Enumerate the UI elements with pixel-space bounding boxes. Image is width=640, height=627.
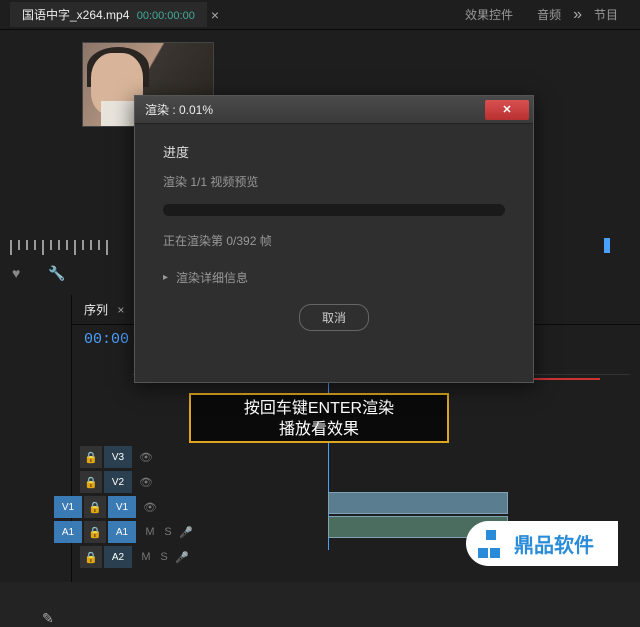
watermark-logo-icon [478,530,506,558]
track-a2[interactable]: 🔒 A2 M S 🎤 [80,545,194,569]
lock-icon[interactable]: 🔒 [80,546,102,568]
eye-icon[interactable]: 👁 [138,449,154,465]
frame-status: 正在渲染第 0/392 帧 [163,232,505,249]
source-patch-v1[interactable]: V1 [54,496,82,518]
tab-effect-controls[interactable]: 效果控件 [453,2,525,27]
track-label-v2[interactable]: V2 [104,471,132,493]
lock-icon[interactable]: 🔒 [84,521,106,543]
render-status: 渲染 1/1 视频预览 [163,173,505,190]
eye-icon[interactable]: 👁 [138,474,154,490]
instruction-caption: 按回车键ENTER渲染 播放看效果 [189,393,449,443]
track-v3[interactable]: 🔒 V3 👁 [80,445,194,469]
progress-bar [163,204,505,216]
track-label-a1[interactable]: A1 [108,521,136,543]
solo-icon[interactable]: S [160,524,176,540]
track-v1[interactable]: V1 🔒 V1 👁 [80,495,194,519]
sequence-label: 序列 [84,303,108,317]
chevron-right-icon: ▸ [163,272,168,283]
mic-icon[interactable]: 🎤 [178,524,194,540]
dialog-titlebar[interactable]: 渲染 : 0.01% ✕ [135,96,533,124]
dialog-body: 进度 渲染 1/1 视频预览 正在渲染第 0/392 帧 ▸ 渲染详细信息 取消 [135,124,533,349]
mic-icon[interactable]: 🎤 [174,549,190,565]
watermark-badge: 鼎品软件 [466,521,618,566]
watermark-text: 鼎品软件 [514,529,594,558]
track-a1[interactable]: A1 🔒 A1 M S 🎤 [80,520,194,544]
render-dialog: 渲染 : 0.01% ✕ 进度 渲染 1/1 视频预览 正在渲染第 0/392 … [134,95,534,383]
render-details-toggle[interactable]: ▸ 渲染详细信息 [163,269,505,286]
eye-icon[interactable]: 👁 [142,499,158,515]
source-controls: ♥ 🔧 [12,265,64,281]
source-name: 国语中字_x264.mp4 [22,8,129,22]
marker-icon[interactable]: ♥ [12,265,28,281]
caption-line-1: 按回车键ENTER渲染 [195,399,443,420]
expand-icon[interactable]: » [573,6,582,24]
cancel-button[interactable]: 取消 [299,304,369,331]
lock-icon[interactable]: 🔒 [80,471,102,493]
close-icon[interactable]: × [211,7,219,23]
track-label-a2[interactable]: A2 [104,546,132,568]
progress-heading: 进度 [163,142,505,161]
out-point-marker[interactable] [604,238,610,253]
source-patch-a1[interactable]: A1 [54,521,82,543]
mute-icon[interactable]: M [138,549,154,565]
lock-icon[interactable]: 🔒 [84,496,106,518]
track-v2[interactable]: 🔒 V2 👁 [80,470,194,494]
source-timestamp: 00:00:00:00 [137,10,195,22]
tab-audio[interactable]: 音频 [525,2,573,27]
lock-icon[interactable]: 🔒 [80,446,102,468]
mute-icon[interactable]: M [142,524,158,540]
wrench-icon[interactable]: 🔧 [48,265,64,281]
premiere-window: 国语中字_x264.mp4 00:00:00:00 × 效果控件 音频 » 节目… [0,0,640,582]
tab-program[interactable]: 节目 [582,2,630,27]
track-label-v1[interactable]: V1 [108,496,136,518]
track-label-v3[interactable]: V3 [104,446,132,468]
caption-line-2: 播放看效果 [195,420,443,441]
pen-tool-icon[interactable]: ✎ [42,610,54,627]
source-tab-bar: 国语中字_x264.mp4 00:00:00:00 × 效果控件 音频 » 节目 [0,0,640,30]
video-clip[interactable] [328,492,508,514]
solo-icon[interactable]: S [156,549,172,565]
close-icon[interactable]: × [117,303,124,317]
track-headers: 🔒 V3 👁 🔒 V2 👁 V1 🔒 V1 👁 A1 🔒 A1 M S 🎤 [80,445,194,570]
dialog-close-button[interactable]: ✕ [485,100,529,120]
source-tab[interactable]: 国语中字_x264.mp4 00:00:00:00 [10,2,207,27]
close-x-icon: ✕ [502,103,511,116]
details-label: 渲染详细信息 [176,269,248,286]
dialog-title: 渲染 : 0.01% [139,101,485,118]
